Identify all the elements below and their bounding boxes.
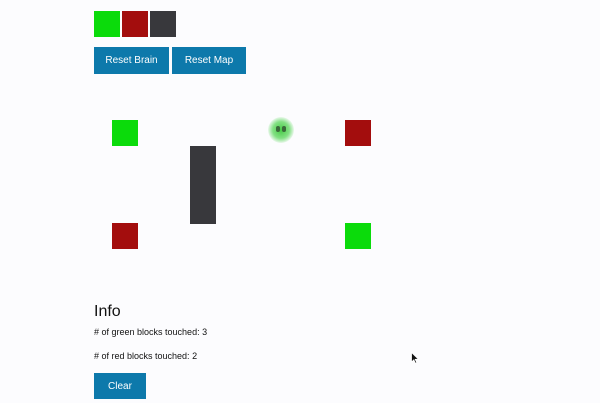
red-stat-label: # of red blocks touched: (94, 351, 193, 361)
green-stat-count: 3 (202, 327, 208, 337)
green-stat-label: # of green blocks touched: (94, 327, 203, 337)
info-heading: Info (94, 303, 121, 320)
red-stat-count: 2 (192, 351, 198, 361)
green-blocks-stat: # of green blocks touched: 3 (94, 327, 207, 337)
block-palette (94, 11, 176, 37)
game-page: Reset Brain Reset Map Info # of green bl… (0, 0, 600, 403)
red-block (345, 120, 371, 146)
mouse-cursor-icon (411, 352, 419, 364)
clear-button[interactable]: Clear (94, 373, 146, 399)
wall-block (190, 146, 216, 224)
reset-map-button[interactable]: Reset Map (172, 47, 246, 74)
green-block (345, 223, 371, 249)
palette-wall-swatch[interactable] (150, 11, 176, 37)
red-blocks-stat: # of red blocks touched: 2 (94, 351, 197, 361)
red-block (112, 223, 138, 249)
green-block (112, 120, 138, 146)
palette-red-swatch[interactable] (122, 11, 148, 37)
agent-eye-right (282, 126, 286, 132)
palette-green-swatch[interactable] (94, 11, 120, 37)
agent-eye-left (276, 126, 280, 132)
reset-brain-button[interactable]: Reset Brain (94, 47, 169, 74)
agent-creature (268, 117, 294, 143)
